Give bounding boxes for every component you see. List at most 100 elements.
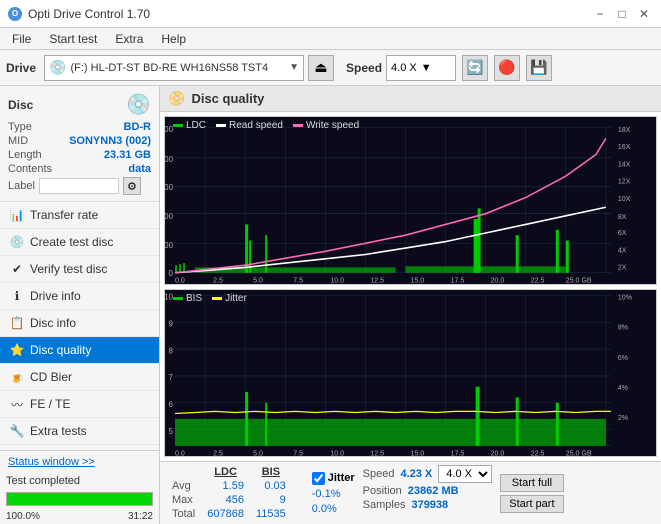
- max-row: Max 456 9: [166, 493, 304, 507]
- svg-text:400: 400: [165, 154, 173, 164]
- svg-text:5.0: 5.0: [253, 448, 263, 456]
- sidebar-item-disc-quality[interactable]: ⭐ Disc quality: [0, 337, 159, 364]
- transfer-rate-icon: 📊: [10, 208, 24, 222]
- sidebar-item-cd-bier[interactable]: 🍺 CD Bier: [0, 364, 159, 391]
- write-speed-legend-label: Write speed: [306, 120, 359, 131]
- svg-text:2.5: 2.5: [213, 275, 223, 283]
- fe-te-icon: 〰: [10, 397, 24, 411]
- samples-row: Samples 379938: [363, 499, 493, 511]
- main-layout: Disc 💿 Type BD-R MID SONYNN3 (002) Lengt…: [0, 86, 661, 524]
- menu-bar: File Start test Extra Help: [0, 28, 661, 50]
- sidebar-item-label-fe-te: FE / TE: [30, 397, 70, 411]
- menu-extra[interactable]: Extra: [107, 30, 151, 48]
- sidebar-item-verify-test-disc[interactable]: ✔ Verify test disc: [0, 256, 159, 283]
- svg-text:12X: 12X: [618, 176, 631, 185]
- menu-start-test[interactable]: Start test: [41, 30, 105, 48]
- sidebar-item-label-verify-test-disc: Verify test disc: [30, 262, 107, 276]
- cd-bier-icon: 🍺: [10, 370, 24, 384]
- speed-stat-value: 4.23 X: [400, 468, 432, 480]
- read-speed-legend-label: Read speed: [229, 120, 283, 131]
- total-ldc: 607868: [201, 507, 250, 521]
- svg-text:6%: 6%: [618, 352, 629, 361]
- svg-text:0.0: 0.0: [175, 275, 185, 283]
- read-speed-legend-color: [216, 124, 226, 127]
- elapsed-time: 31:22: [128, 511, 153, 522]
- sidebar-item-drive-info[interactable]: ℹ Drive info: [0, 283, 159, 310]
- disc-mid-value: SONYNN3 (002): [69, 135, 151, 147]
- status-text: Test completed: [0, 473, 159, 489]
- start-part-button[interactable]: Start part: [500, 495, 563, 513]
- disc-label-input[interactable]: [39, 178, 119, 194]
- disc-label-btn[interactable]: ⚙: [123, 177, 141, 195]
- toolbar-btn-2[interactable]: 🔴: [494, 55, 520, 81]
- jitter-avg-val: -0.1%: [312, 488, 355, 500]
- avg-label: Avg: [166, 479, 201, 493]
- drive-select[interactable]: 💿 (F:) HL-DT-ST BD-RE WH16NS58 TST4 ▼: [44, 55, 304, 81]
- sidebar-item-disc-info[interactable]: 📋 Disc info: [0, 310, 159, 337]
- disc-quality-icon: ⭐: [10, 343, 24, 357]
- avg-bis: 0.03: [250, 479, 292, 493]
- disc-section-title: Disc: [8, 98, 33, 112]
- svg-text:25.0 GB: 25.0 GB: [566, 275, 592, 283]
- jitter-legend-color: [212, 297, 222, 300]
- stats-table: LDC BIS Avg 1.59 0.03 Max 456 9 T: [166, 465, 304, 521]
- speed-value: 4.0 X: [391, 62, 417, 74]
- max-ldc: 456: [201, 493, 250, 507]
- jitter-checkbox[interactable]: [312, 472, 325, 485]
- progress-bar-inner: [7, 493, 152, 505]
- menu-help[interactable]: Help: [153, 30, 194, 48]
- disc-section: Disc 💿 Type BD-R MID SONYNN3 (002) Lengt…: [0, 86, 159, 202]
- sidebar-item-create-test-disc[interactable]: 💿 Create test disc: [0, 229, 159, 256]
- start-full-button[interactable]: Start full: [500, 474, 563, 492]
- jitter-legend-label: Jitter: [225, 293, 247, 304]
- toolbar: Drive 💿 (F:) HL-DT-ST BD-RE WH16NS58 TST…: [0, 50, 661, 86]
- bis-chart: BIS Jitter: [164, 289, 657, 458]
- speed-select[interactable]: 4.0 X ▼: [386, 55, 456, 81]
- svg-text:2.5: 2.5: [213, 448, 223, 456]
- sidebar-item-fe-te[interactable]: 〰 FE / TE: [0, 391, 159, 418]
- menu-file[interactable]: File: [4, 30, 39, 48]
- jitter-section: Jitter -0.1% 0.0%: [312, 465, 355, 521]
- verify-test-disc-icon: ✔: [10, 262, 24, 276]
- disc-contents-row: Contents data: [8, 163, 151, 175]
- window-controls[interactable]: − □ ✕: [591, 5, 653, 23]
- samples-label: Samples: [363, 499, 406, 511]
- sidebar: Disc 💿 Type BD-R MID SONYNN3 (002) Lengt…: [0, 86, 160, 524]
- toolbar-btn-1[interactable]: 🔄: [462, 55, 488, 81]
- position-row: Position 23862 MB: [363, 485, 493, 497]
- app-icon: O: [8, 7, 22, 21]
- maximize-button[interactable]: □: [613, 5, 631, 23]
- drive-dropdown-arrow: ▼: [289, 62, 299, 73]
- sidebar-item-extra-tests[interactable]: 🔧 Extra tests: [0, 418, 159, 445]
- sidebar-item-transfer-rate[interactable]: 📊 Transfer rate: [0, 202, 159, 229]
- sidebar-item-label-create-test-disc: Create test disc: [30, 235, 113, 249]
- svg-text:15.0: 15.0: [411, 275, 425, 283]
- svg-text:7.5: 7.5: [293, 448, 303, 456]
- svg-text:10%: 10%: [618, 292, 633, 301]
- bis-legend-color: [173, 297, 183, 300]
- ldc-chart: LDC Read speed Write speed: [164, 116, 657, 285]
- position-value: 23862 MB: [408, 485, 459, 497]
- speed-stat-select[interactable]: 4.0 X 2.0 X 1.0 X: [438, 465, 492, 483]
- status-window-button[interactable]: Status window >>: [0, 451, 103, 473]
- drive-info-icon: ℹ: [10, 289, 24, 303]
- svg-text:17.5: 17.5: [451, 448, 465, 456]
- svg-text:5.0: 5.0: [253, 275, 263, 283]
- minimize-button[interactable]: −: [591, 5, 609, 23]
- status-row: 100.0% 31:22: [0, 509, 159, 524]
- charts-area: LDC Read speed Write speed: [160, 112, 661, 461]
- app-title: Opti Drive Control 1.70: [28, 7, 150, 21]
- panel-header: 📀 Disc quality: [160, 86, 661, 112]
- eject-button[interactable]: ⏏: [308, 55, 334, 81]
- status-section: Status window >> Test completed 100.0% 3…: [0, 450, 159, 524]
- svg-text:2X: 2X: [618, 262, 627, 271]
- close-button[interactable]: ✕: [635, 5, 653, 23]
- svg-text:12.5: 12.5: [370, 448, 384, 456]
- jitter-checkbox-row: Jitter: [312, 472, 355, 485]
- svg-text:8%: 8%: [618, 322, 629, 331]
- svg-text:20.0: 20.0: [491, 448, 505, 456]
- avg-ldc: 1.59: [201, 479, 250, 493]
- svg-text:4X: 4X: [618, 245, 627, 254]
- toolbar-btn-3[interactable]: 💾: [526, 55, 552, 81]
- samples-value: 379938: [411, 499, 448, 511]
